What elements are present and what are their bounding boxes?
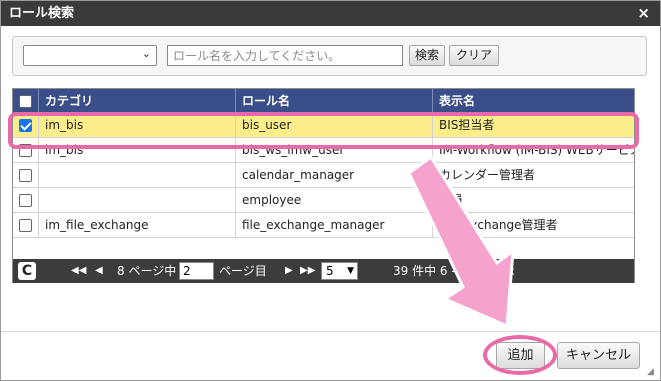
category-select[interactable]: ⌄: [23, 45, 157, 66]
cell-category: [38, 163, 235, 188]
cell-category: im_bis: [38, 113, 235, 138]
page-number-input[interactable]: [179, 262, 214, 280]
role-search-dialog: ロール検索 × ⌄ 検索 クリア カテゴリ ロール名 表示名 im_bis bi…: [0, 0, 661, 381]
row-checkbox[interactable]: [19, 119, 32, 132]
refresh-icon[interactable]: C: [18, 262, 36, 280]
cell-category: im_bis: [38, 138, 235, 163]
pointer-arrow-icon: [407, 155, 515, 328]
dialog-title-bar: ロール検索 ×: [1, 1, 660, 26]
row-checkbox[interactable]: [19, 169, 32, 182]
prev-page-icon[interactable]: ◀: [95, 259, 103, 283]
cancel-button[interactable]: キャンセル: [557, 342, 640, 369]
search-button[interactable]: 検索: [409, 45, 445, 66]
row-checkbox[interactable]: [19, 194, 32, 207]
footer-divider: [1, 331, 660, 332]
total-pages-text: 8 ページ中: [117, 264, 177, 278]
next-page-icon[interactable]: ▶: [285, 259, 293, 283]
chevron-down-icon: ▼: [347, 266, 354, 276]
page-size-select[interactable]: 5 ▼: [321, 262, 358, 280]
table-header: カテゴリ ロール名 表示名: [13, 89, 634, 113]
cell-role-name: bis_user: [235, 113, 432, 138]
search-panel: ⌄ 検索 クリア: [12, 36, 647, 76]
page-suffix-text: ページ目: [219, 264, 267, 278]
chevron-down-icon: ⌄: [141, 47, 151, 60]
close-icon[interactable]: ×: [637, 1, 650, 26]
row-checkbox[interactable]: [19, 144, 32, 157]
select-all-checkbox[interactable]: [19, 95, 32, 108]
clear-button[interactable]: クリア: [449, 45, 499, 66]
row-checkbox[interactable]: [19, 219, 32, 232]
page-size-value: 5: [326, 264, 334, 278]
cell-display-name: BIS担当者: [432, 113, 634, 138]
cell-category: [38, 188, 235, 213]
resize-grip-icon[interactable]: ◢: [647, 367, 657, 377]
role-name-search-input[interactable]: [167, 45, 403, 66]
table-row[interactable]: im_bis bis_user BIS担当者: [13, 113, 634, 138]
column-header-display-name[interactable]: 表示名: [432, 89, 634, 113]
first-page-icon[interactable]: ◀◀: [71, 259, 86, 283]
last-page-icon[interactable]: ▶▶: [300, 259, 315, 283]
dialog-title: ロール検索: [9, 6, 75, 21]
add-button[interactable]: 追加: [496, 342, 545, 369]
column-header-category[interactable]: カテゴリ: [38, 89, 235, 113]
column-header-role-name[interactable]: ロール名: [235, 89, 432, 113]
cell-category: im_file_exchange: [38, 213, 235, 238]
